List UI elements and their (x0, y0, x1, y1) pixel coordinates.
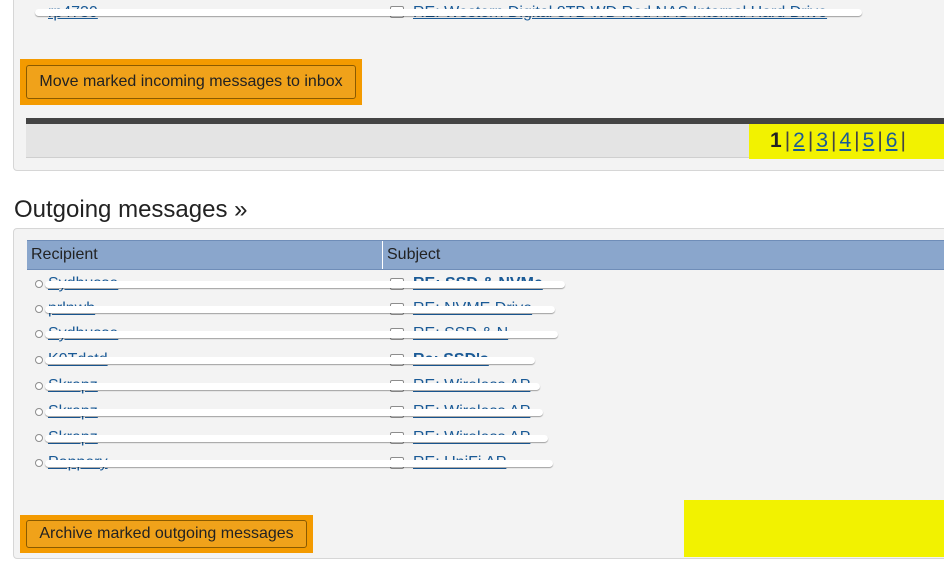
redaction-bar (45, 435, 548, 442)
row-status-dot (35, 382, 43, 390)
page-link-2[interactable]: 2 (793, 129, 805, 152)
page-separator: | (877, 129, 883, 152)
redaction-bar (45, 383, 540, 390)
row-status-dot (35, 305, 43, 313)
redaction-bar (45, 409, 543, 416)
redaction-bar (45, 306, 555, 313)
page-link-3[interactable]: 3 (816, 129, 828, 152)
archive-outgoing-button[interactable]: Archive marked outgoing messages (26, 520, 307, 548)
row-status-dot (35, 408, 43, 416)
pagination: 1 | 2 | 3 | 4 | 5 | 6 | (770, 129, 909, 153)
redaction-bar (45, 281, 565, 288)
outgoing-row: prlnwb RE: NVME Drive (0, 299, 944, 319)
move-to-inbox-button[interactable]: Move marked incoming messages to inbox (26, 65, 356, 99)
archive-button-highlight: Archive marked outgoing messages (20, 515, 313, 553)
outgoing-row: Skrapz RE: Wireless AP (0, 402, 944, 422)
highlight-block (684, 500, 944, 557)
row-status-dot (35, 330, 43, 338)
row-status-dot (35, 280, 43, 288)
page-separator: | (854, 129, 860, 152)
redaction-bar (45, 357, 535, 364)
outgoing-row: Skrapz RE: Wireless AP (0, 428, 944, 448)
redaction-bar (45, 331, 558, 338)
outgoing-row: Skrapz RE: Wireless AP (0, 376, 944, 396)
column-header-recipient[interactable]: Recipient (27, 241, 383, 269)
page-separator: | (900, 129, 906, 152)
move-button-highlight: Move marked incoming messages to inbox (20, 59, 362, 105)
outgoing-messages-heading[interactable]: Outgoing messages » (14, 196, 247, 224)
redaction-bar (45, 460, 553, 467)
page-link-6[interactable]: 6 (886, 129, 898, 152)
page-separator: | (784, 129, 791, 152)
row-status-dot (35, 356, 43, 364)
page-link-5[interactable]: 5 (863, 129, 875, 152)
page-separator: | (807, 129, 814, 152)
page-current: 1 (770, 129, 782, 152)
redaction-bar (35, 9, 862, 16)
row-status-dot (35, 459, 43, 467)
outgoing-table-header: Recipient Subject (27, 240, 944, 270)
outgoing-row: Sydbusse RE: SSD & N (0, 324, 944, 344)
page-separator: | (831, 129, 837, 152)
row-status-dot (35, 434, 43, 442)
page-link-4[interactable]: 4 (839, 129, 851, 152)
outgoing-row: Poppery RE: UniFi AP (0, 453, 944, 473)
outgoing-row: K0Tdctd Re: SSD's (0, 350, 944, 370)
incoming-row: rp4730 RE: Western Digital 8TB WD Red NA… (13, 0, 913, 22)
column-header-subject[interactable]: Subject (383, 241, 944, 269)
outgoing-row: Sydbusse RE: SSD & NVMe (0, 274, 944, 294)
